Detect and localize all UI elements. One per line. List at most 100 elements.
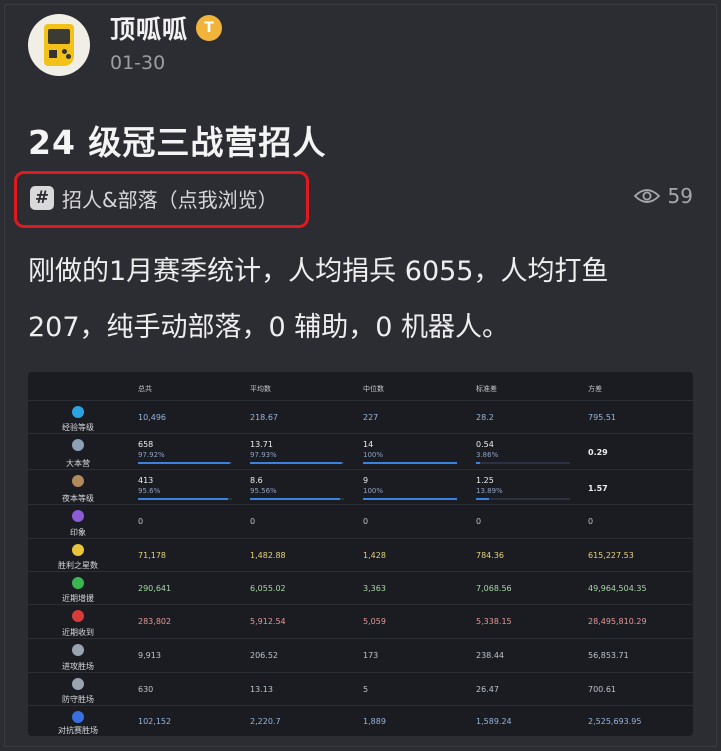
stats-row-label: 印象	[70, 528, 86, 537]
arrow-up-icon	[72, 577, 84, 589]
stats-row-label: 大本营	[66, 459, 90, 468]
stats-cell: 1,428	[363, 551, 386, 560]
stats-cell: 0.54	[476, 440, 494, 449]
stats-cell: 700.61	[588, 685, 616, 694]
stats-row: 防守胜场 630 13.13 5 26.47 700.61	[28, 672, 693, 705]
stats-row: 经验等级 10,496 218.67 227 28.2 795.51	[28, 400, 693, 433]
stats-cell: 28.2	[476, 413, 494, 422]
topic-link[interactable]: 招人&部落（点我浏览）	[62, 184, 278, 213]
stats-cell: 1,889	[363, 717, 386, 726]
stats-row: 近期增援 290,641 6,055.02 3,363 7,068.56 49,964,5…	[28, 571, 693, 604]
stats-percent: 13.89%	[476, 487, 503, 495]
thumbs-up-icon	[72, 510, 84, 522]
stats-row-label: 近期收到	[62, 628, 94, 637]
stats-cell: 6,055.02	[250, 584, 286, 593]
stats-cell: 14	[363, 440, 374, 449]
header-average: 平均数	[250, 385, 271, 393]
stats-cell: 71,178	[138, 551, 166, 560]
stats-row-label: 对抗赛胜场	[58, 726, 98, 735]
versus-icon	[72, 711, 84, 723]
stats-cell: 26.47	[476, 685, 499, 694]
stats-cell: 9,913	[138, 651, 161, 660]
swords-icon	[72, 644, 84, 656]
eye-icon	[633, 189, 660, 203]
stats-percent: 100%	[363, 451, 384, 459]
stats-cell: 5,912.54	[250, 617, 286, 626]
stats-cell: 173	[363, 651, 379, 660]
stats-percent: 97.93%	[250, 451, 277, 459]
stats-row-label: 胜利之星数	[58, 561, 98, 570]
stats-row-label: 防守胜场	[62, 695, 94, 704]
stats-cell: 5	[363, 685, 369, 694]
stats-row-label: 经验等级	[62, 423, 94, 432]
post-title: 24 级冠三战营招人	[28, 123, 327, 162]
stats-row-label: 夜本等级	[62, 494, 94, 503]
stats-percent: 100%	[363, 487, 384, 495]
builder-hall-icon	[72, 475, 84, 487]
stats-progress-fill	[363, 498, 457, 500]
stats-row: 近期收到 283,802 5,912.54 5,059 5,338.15 28,495,8…	[28, 604, 693, 638]
header-variance: 方差	[588, 385, 602, 393]
stats-row: 对抗赛胜场 102,152 2,220.7 1,889 1,589.24 2,525,69…	[28, 705, 693, 736]
stats-cell: 630	[138, 685, 154, 694]
stats-cell: 615,227.53	[588, 551, 634, 560]
stats-cell: 283,802	[138, 617, 172, 626]
stats-progress-fill	[476, 498, 489, 500]
stats-cell: 9	[363, 476, 369, 485]
clan-stats-image[interactable]: 总共 平均数 中位数 标准差 方差 经验等级 10,496 218.67 227 28.…	[28, 372, 693, 736]
shield-icon	[72, 678, 84, 690]
stats-progress-fill	[138, 498, 228, 500]
stats-percent: 3.86%	[476, 451, 499, 459]
stats-cell: 56,853.71	[588, 651, 629, 660]
stats-cell: 5,338.15	[476, 617, 512, 626]
stats-cell: 227	[363, 413, 379, 422]
stats-cell: 0	[588, 517, 594, 526]
stats-progress-fill	[138, 462, 230, 464]
stats-progress-track	[476, 462, 570, 464]
diamond-icon	[72, 406, 84, 418]
stats-row: 进攻胜场 9,913 206.52 173 238.44 56,853.71	[28, 638, 693, 672]
stats-cell: 0	[138, 517, 144, 526]
avatar[interactable]	[28, 14, 90, 76]
header-stddev: 标准差	[476, 385, 497, 393]
stats-cell: 0	[363, 517, 369, 526]
stats-cell: 2,525,693.95	[588, 717, 642, 726]
stats-cell: 238.44	[476, 651, 504, 660]
user-level-badge-icon: T	[196, 15, 222, 41]
view-count-number: 59	[667, 184, 693, 208]
stats-percent: 95.56%	[250, 487, 277, 495]
stats-cell: 1.57	[588, 484, 608, 493]
stats-cell: 0.29	[588, 448, 608, 457]
stats-cell: 1,482.88	[250, 551, 286, 560]
stats-cell: 2,220.7	[250, 717, 281, 726]
stats-cell: 290,641	[138, 584, 172, 593]
view-count: 59	[633, 184, 693, 208]
stats-cell: 7,068.56	[476, 584, 512, 593]
stats-row: 胜利之星数 71,178 1,482.88 1,428 784.36 615,227.53	[28, 538, 693, 571]
username[interactable]: 顶呱呱	[110, 10, 188, 46]
arrow-down-icon	[72, 610, 84, 622]
stats-cell: 206.52	[250, 651, 278, 660]
stats-cell: 8.6	[250, 476, 263, 485]
stats-cell: 413	[138, 476, 154, 485]
stats-cell: 102,152	[138, 717, 172, 726]
stats-row-label: 近期增援	[62, 594, 94, 603]
stats-cell: 13.71	[250, 440, 273, 449]
header-median: 中位数	[363, 385, 384, 393]
stats-header-row: 总共 平均数 中位数 标准差 方差	[28, 372, 693, 400]
post-body-line: 207，纯手动部落，0 辅助，0 机器人。	[28, 312, 510, 343]
stats-progress-fill	[476, 462, 480, 464]
stats-cell: 658	[138, 440, 154, 449]
stats-cell: 795.51	[588, 413, 616, 422]
stats-row: 印象 0 0 0 0 0	[28, 504, 693, 538]
stats-cell: 3,363	[363, 584, 386, 593]
stats-progress-track	[476, 498, 570, 500]
header-total: 总共	[138, 385, 152, 393]
post-body-line: 刚做的1月赛季统计，人均捐兵 6055，人均打鱼	[28, 256, 609, 287]
stats-percent: 95.6%	[138, 487, 161, 495]
town-hall-icon	[72, 439, 84, 451]
hashtag-icon: #	[30, 186, 54, 210]
stats-progress-fill	[250, 462, 342, 464]
stats-cell: 0	[250, 517, 256, 526]
stats-row-label: 进攻胜场	[62, 662, 94, 671]
